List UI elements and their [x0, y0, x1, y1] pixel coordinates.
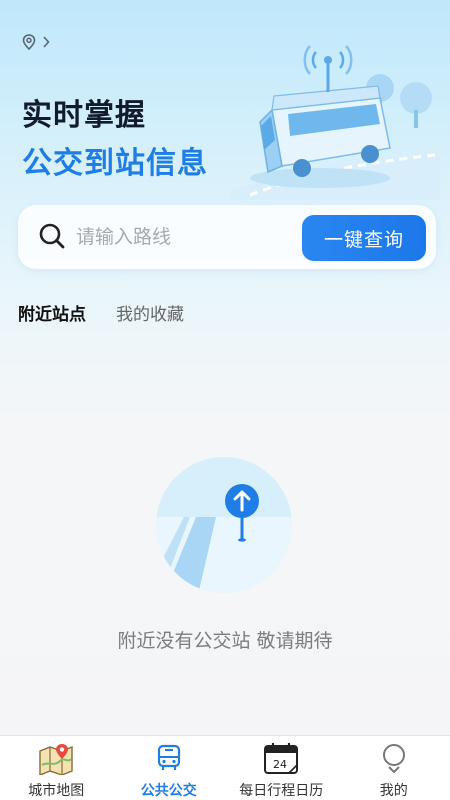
nav-item-city-map[interactable]: 城市地图 [0, 736, 113, 800]
profile-icon [380, 740, 408, 776]
hero-title: 实时掌握 [22, 98, 146, 133]
nav-item-me[interactable]: 我的 [338, 736, 450, 800]
route-search-input[interactable] [76, 221, 296, 253]
chevron-right-icon [42, 36, 50, 48]
calendar-icon: 24 [263, 740, 299, 776]
search-card: 一键查询 [18, 205, 436, 269]
bus-icon [155, 740, 183, 776]
nav-item-public-bus[interactable]: 公共公交 [113, 736, 226, 800]
tab-my-favorites[interactable]: 我的收藏 [116, 300, 184, 325]
search-button[interactable]: 一键查询 [302, 215, 426, 261]
empty-state-message: 附近没有公交站 敬请期待 [117, 630, 333, 652]
tab-nearby-stations[interactable]: 附近站点 [18, 300, 86, 325]
location-pin-icon [22, 34, 36, 50]
empty-state-illustration [154, 455, 294, 595]
bus-illustration [230, 40, 440, 200]
search-icon [38, 222, 66, 254]
station-tabs: 附近站点 我的收藏 [18, 300, 184, 325]
nav-item-daily-calendar[interactable]: 24 每日行程日历 [225, 736, 338, 800]
nav-label-public-bus: 公共公交 [140, 783, 197, 799]
calendar-day-number: 24 [273, 758, 287, 771]
hero-subtitle: 公交到站信息 [22, 146, 208, 181]
map-icon [38, 740, 74, 776]
nav-label-me: 我的 [379, 783, 408, 799]
nav-label-daily-calendar: 每日行程日历 [239, 783, 324, 799]
bottom-nav: 城市地图 公共公交 24 每日行程日历 我的 [0, 735, 450, 800]
location-selector[interactable] [22, 34, 50, 50]
nav-label-city-map: 城市地图 [28, 783, 85, 799]
